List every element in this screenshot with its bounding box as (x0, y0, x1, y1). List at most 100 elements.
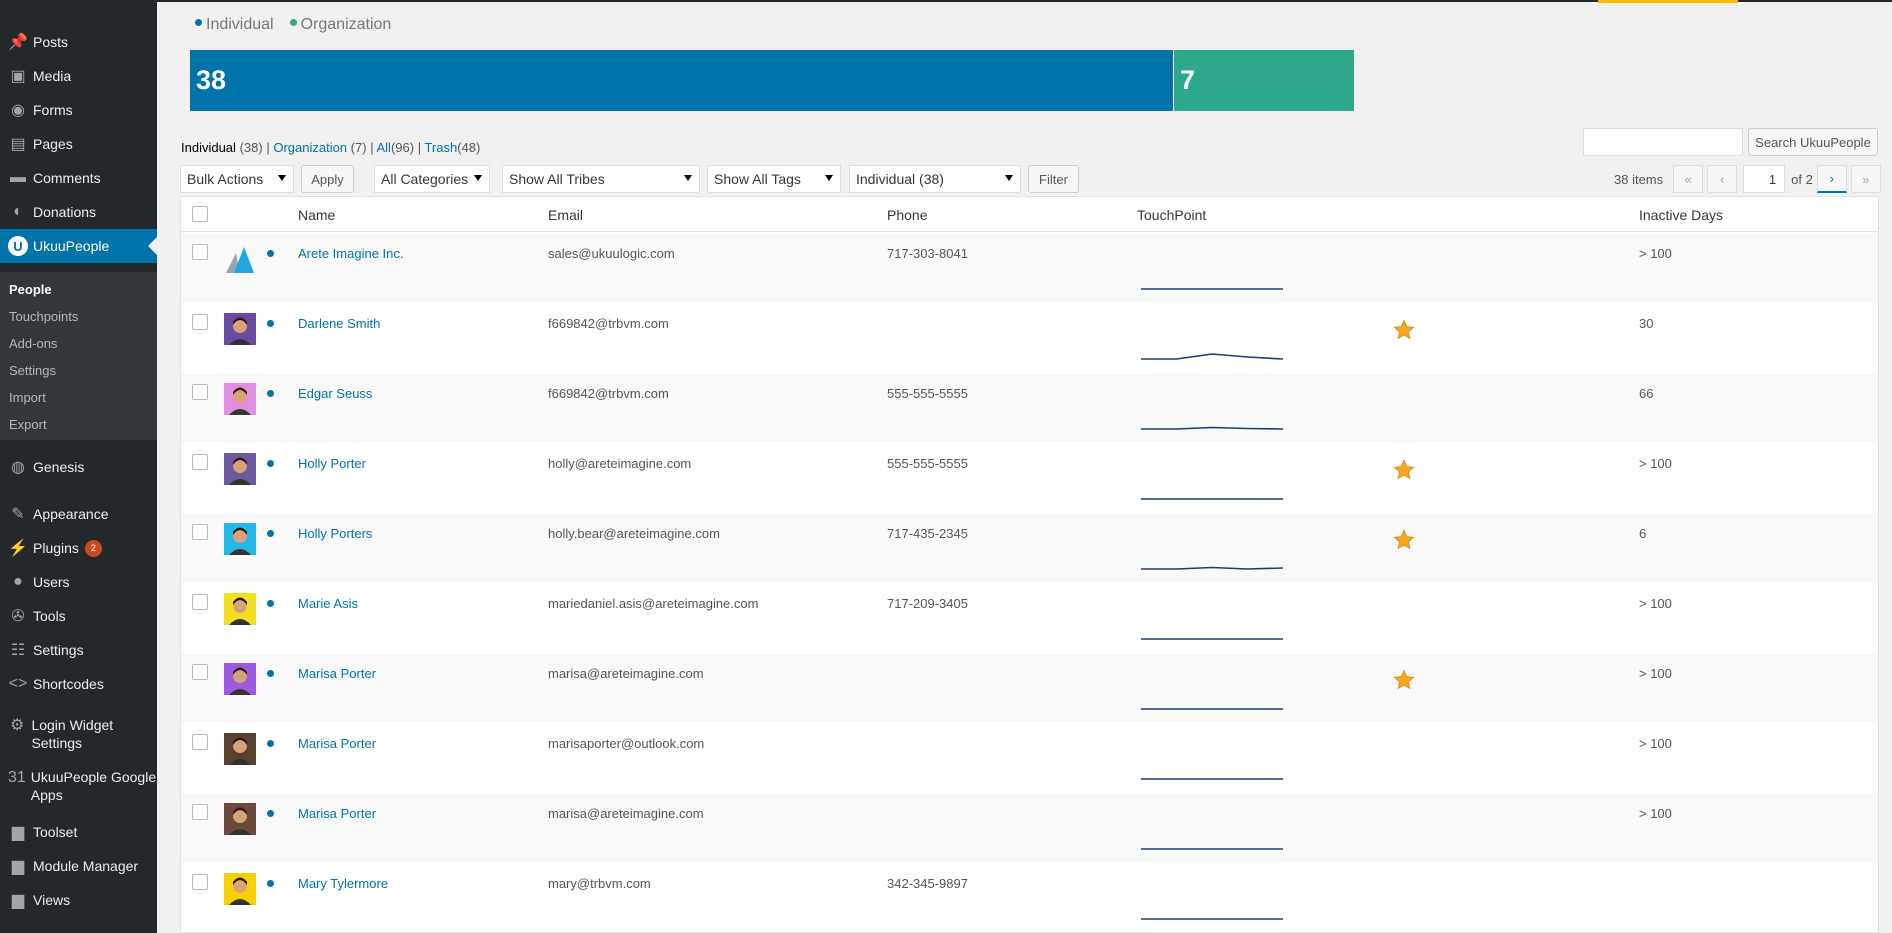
contact-name-link[interactable]: Arete Imagine Inc. (298, 246, 404, 261)
contact-name-link[interactable]: Marie Asis (298, 596, 358, 611)
gear-icon: ⚙ (10, 717, 25, 734)
chevron-down-icon (684, 175, 692, 181)
first-page-button[interactable]: « (1673, 165, 1704, 193)
type-select[interactable]: Individual (38) (849, 165, 1021, 193)
sidebar-item-users[interactable]: ● Users (0, 565, 157, 599)
row-checkbox[interactable] (192, 664, 208, 680)
sidebar-item-tools[interactable]: ✇ Tools (0, 599, 157, 633)
total-pages: of 2 (1791, 171, 1813, 187)
submenu-touchpoints[interactable]: Touchpoints (9, 309, 78, 324)
plug-icon: ⚡ (8, 540, 28, 557)
touchpoint-sparkline (1141, 848, 1283, 850)
contact-name-link[interactable]: Edgar Seuss (298, 386, 372, 401)
select-all-checkbox[interactable] (192, 206, 208, 222)
tags-select[interactable]: Show All Tags (707, 165, 841, 193)
favorite-star-icon[interactable] (1393, 319, 1415, 341)
current-page-input[interactable]: 1 (1743, 165, 1786, 193)
submenu-export[interactable]: Export (9, 417, 47, 432)
view-organization[interactable]: Organization (273, 140, 347, 155)
submenu-people[interactable]: People (9, 282, 52, 297)
view-trash[interactable]: Trash (424, 140, 457, 155)
sparkline-line (1141, 426, 1283, 430)
prev-page-button[interactable]: ‹ (1707, 165, 1738, 193)
sidebar-item-appearance[interactable]: ✎ Appearance (0, 497, 157, 531)
sidebar-item-views[interactable]: ▆ Views (0, 883, 157, 917)
favorite-star-icon[interactable] (1393, 529, 1415, 551)
touchpoint-sparkline (1141, 566, 1283, 570)
sidebar-item-posts[interactable]: 📌 Posts (0, 25, 157, 59)
sidebar-item-ukuupeople-google-apps[interactable]: 31 UkuuPeople Google Apps (0, 764, 157, 808)
contact-name-link[interactable]: Holly Porters (298, 526, 372, 541)
table-row: Marisa Porter marisa@areteimagine.com > 10… (181, 653, 1878, 723)
row-checkbox[interactable] (192, 734, 208, 750)
inactive-days-cell: 66 (1639, 386, 1654, 401)
sidebar-item-module-manager[interactable]: ▆ Module Manager (0, 849, 157, 883)
email-cell: f669842@trbvm.com (548, 316, 669, 331)
row-checkbox[interactable] (192, 244, 208, 260)
next-page-button[interactable]: › (1816, 165, 1847, 193)
last-page-button[interactable]: » (1850, 165, 1881, 193)
wrench-icon: ✇ (11, 608, 25, 625)
search-input[interactable] (1583, 128, 1743, 156)
sidebar-item-genesis[interactable]: ◍ Genesis (0, 450, 157, 484)
column-inactive-days[interactable]: Inactive Days (1639, 207, 1723, 223)
contact-name-link[interactable]: Mary Tylermore (298, 876, 388, 891)
search-button[interactable]: Search UkuuPeople (1748, 128, 1878, 156)
active-tab-indicator (1598, 0, 1738, 3)
phone-cell: 717-303-8041 (887, 246, 968, 261)
column-email[interactable]: Email (548, 207, 583, 223)
avatar (224, 873, 256, 905)
bulk-actions-select[interactable]: Bulk Actions (180, 165, 294, 193)
touchpoint-sparkline (1141, 778, 1283, 780)
inactive-days-cell: > 100 (1639, 736, 1672, 751)
sidebar-item-pages[interactable]: ▤ Pages (0, 127, 157, 161)
row-checkbox[interactable] (192, 454, 208, 470)
sidebar-item-ukuupeople[interactable]: U UkuuPeople (0, 229, 157, 263)
email-cell: marisa@areteimagine.com (548, 806, 704, 821)
tribes-select[interactable]: Show All Tribes (502, 165, 700, 193)
submenu-import[interactable]: Import (9, 390, 46, 405)
row-checkbox[interactable] (192, 384, 208, 400)
contact-name-link[interactable]: Marisa Porter (298, 806, 376, 821)
row-checkbox[interactable] (192, 524, 208, 540)
row-checkbox[interactable] (192, 594, 208, 610)
calendar-icon: 31 (8, 769, 26, 786)
row-checkbox[interactable] (192, 314, 208, 330)
row-checkbox[interactable] (192, 804, 208, 820)
column-name[interactable]: Name (298, 207, 335, 223)
filter-button[interactable]: Filter (1028, 165, 1079, 193)
sidebar-item-label: Tools (33, 608, 66, 624)
view-organization-count: (7) (350, 140, 367, 155)
contact-name-link[interactable]: Marisa Porter (298, 736, 376, 751)
sidebar-item-donations[interactable]: ◐ Donations (0, 195, 157, 229)
sidebar-item-label: UkuuPeople Google Apps (30, 769, 157, 803)
phone-cell: 717-209-3405 (887, 596, 968, 611)
favorite-star-icon[interactable] (1393, 669, 1415, 691)
table-row: Mary Tylermore mary@trbvm.com 342-345-9897 (181, 863, 1878, 932)
contact-name-link[interactable]: Holly Porter (298, 456, 366, 471)
view-all[interactable]: All (376, 140, 390, 155)
touchpoint-sparkline (1141, 426, 1283, 430)
categories-select[interactable]: All Categories (374, 165, 490, 193)
contact-name-link[interactable]: Marisa Porter (298, 666, 376, 681)
sidebar-item-comments[interactable]: ▬ Comments (0, 161, 157, 195)
submenu-settings[interactable]: Settings (9, 363, 56, 378)
column-phone[interactable]: Phone (887, 207, 927, 223)
sidebar-item-forms[interactable]: ◉ Forms (0, 93, 157, 127)
favorite-star-icon[interactable] (1393, 459, 1415, 481)
apply-button[interactable]: Apply (301, 165, 354, 193)
row-checkbox[interactable] (192, 874, 208, 890)
view-trash-count: (48) (457, 140, 481, 155)
view-individual[interactable]: Individual (181, 140, 236, 155)
avatar (224, 523, 256, 555)
sidebar-item-login-widget-settings[interactable]: ⚙ Login Widget Settings (0, 712, 157, 756)
table-row: Marisa Porter marisa@areteimagine.com > 10… (181, 793, 1878, 863)
touchpoint-sparkline (1141, 918, 1283, 920)
contact-name-link[interactable]: Darlene Smith (298, 316, 380, 331)
sidebar-item-plugins[interactable]: ⚡ Plugins 2 (0, 531, 157, 565)
sidebar-item-media[interactable]: ▣ Media (0, 59, 157, 93)
sidebar-item-settings[interactable]: ☷ Settings (0, 633, 157, 667)
sidebar-item-shortcodes[interactable]: <> Shortcodes (0, 667, 157, 701)
submenu-add-ons[interactable]: Add-ons (9, 336, 57, 351)
sidebar-item-toolset[interactable]: ▆ Toolset (0, 815, 157, 849)
